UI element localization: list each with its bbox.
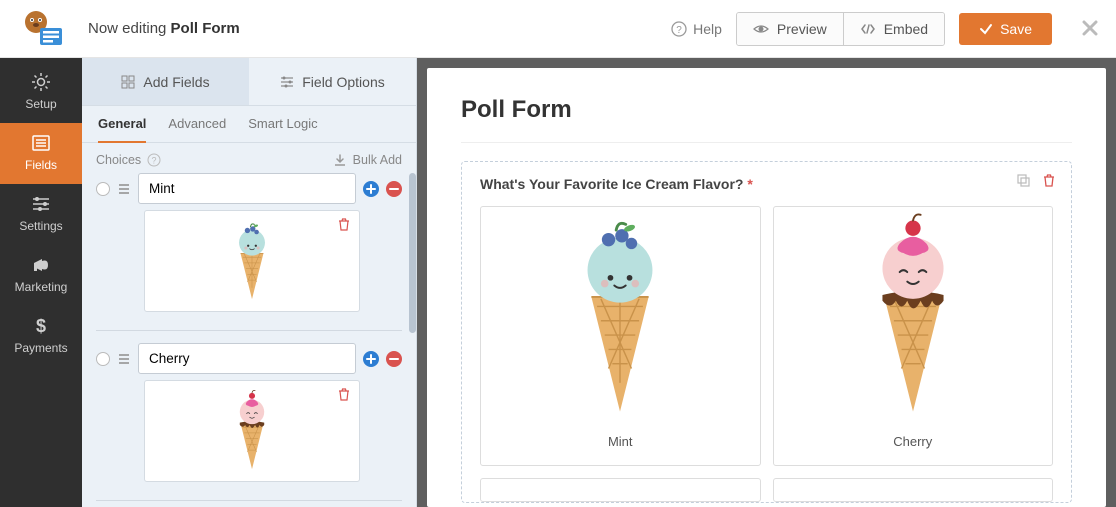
choice-input[interactable] [138,343,356,374]
subtab-advanced[interactable]: Advanced [168,116,226,142]
subtab-smart-logic[interactable]: Smart Logic [248,116,317,142]
option-label: Mint [608,434,633,449]
svg-text:?: ? [152,156,157,166]
svg-text:$: $ [36,316,46,336]
choice-default-radio[interactable] [96,182,110,196]
plus-icon [366,354,376,364]
option-card[interactable] [773,478,1054,502]
add-choice-button[interactable] [363,181,379,197]
bullhorn-icon [4,255,78,275]
embed-button[interactable]: Embed [843,13,944,45]
mint-ice-cream-image [560,211,680,421]
bulk-add-link[interactable]: Bulk Add [333,153,402,167]
subtab-general[interactable]: General [98,116,146,143]
gear-icon [4,72,78,92]
option-card[interactable] [480,478,761,502]
option-card[interactable]: Mint [480,206,761,466]
choice-image-box[interactable] [144,210,360,312]
mint-ice-cream-thumb [228,219,276,303]
plus-icon [366,184,376,194]
nav-setup[interactable]: Setup [0,62,82,123]
eye-icon [753,21,769,37]
option-card[interactable]: Cherry [773,206,1054,466]
help-icon[interactable]: ? [147,153,161,167]
nav-marketing[interactable]: Marketing [0,245,82,306]
cherry-ice-cream-thumb [228,389,276,473]
download-icon [333,153,347,167]
help-link[interactable]: ? Help [671,21,722,37]
drag-handle-icon[interactable] [117,352,131,366]
preview-button[interactable]: Preview [737,13,843,45]
trash-icon [337,387,351,401]
cherry-ice-cream-image [853,211,973,421]
copy-icon [1015,172,1031,188]
nav-payments[interactable]: $ Payments [0,306,82,367]
nav-settings[interactable]: Settings [0,184,82,245]
field-block[interactable]: What's Your Favorite Ice Cream Flavor? *… [461,161,1072,503]
list-icon [4,133,78,153]
options-icon [280,75,294,89]
sliders-icon [4,194,78,214]
form-title[interactable]: Poll Form [461,96,1072,124]
choices-label: Choices [96,153,141,167]
choice-image-box[interactable] [144,380,360,482]
editing-label: Now editing Poll Form [88,20,240,37]
close-button[interactable] [1082,16,1098,42]
add-choice-button[interactable] [363,351,379,367]
nav-fields[interactable]: Fields [0,123,82,184]
panel-scrollbar[interactable] [409,173,416,333]
tab-add-fields[interactable]: Add Fields [82,58,249,105]
delete-image-button[interactable] [337,217,351,236]
tab-field-options[interactable]: Field Options [249,58,416,105]
field-question: What's Your Favorite Ice Cream Flavor? * [480,176,1053,192]
wpforms-logo [22,9,70,49]
trash-icon [337,217,351,231]
remove-choice-button[interactable] [386,181,402,197]
remove-choice-button[interactable] [386,351,402,367]
dollar-icon: $ [4,316,78,336]
delete-field-button[interactable] [1041,172,1057,193]
grid-add-icon [121,75,135,89]
delete-image-button[interactable] [337,387,351,406]
minus-icon [389,184,399,194]
choice-input[interactable] [138,173,356,204]
code-icon [860,21,876,37]
check-icon [979,22,993,36]
save-button[interactable]: Save [959,13,1052,45]
close-icon [1082,20,1098,36]
drag-handle-icon[interactable] [117,182,131,196]
choice-default-radio[interactable] [96,352,110,366]
trash-icon [1041,172,1057,188]
svg-text:?: ? [676,25,682,36]
option-label: Cherry [893,434,932,449]
minus-icon [389,354,399,364]
help-icon: ? [671,21,687,37]
required-asterisk: * [747,176,752,192]
duplicate-field-button[interactable] [1015,172,1031,193]
